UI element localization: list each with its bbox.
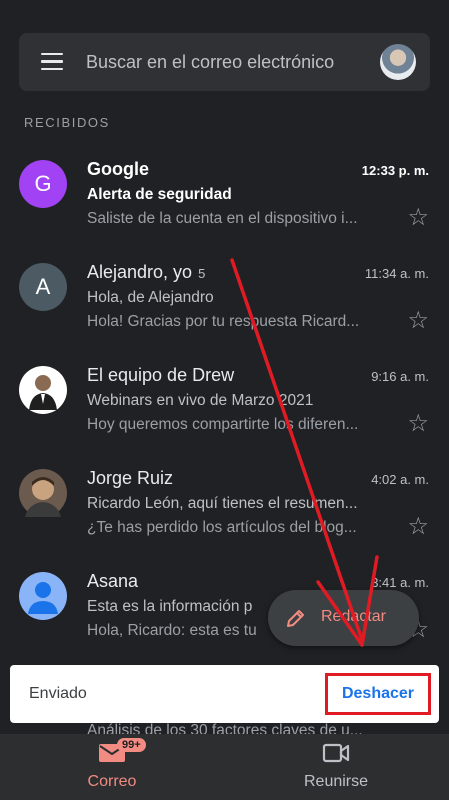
avatar-letter: A xyxy=(35,274,51,299)
email-row[interactable]: El equipo de Drew 9:16 a. m. Webinars en… xyxy=(0,352,449,455)
sender-avatar xyxy=(19,572,67,620)
compose-button[interactable]: Redactar xyxy=(268,590,419,646)
menu-icon[interactable] xyxy=(41,53,63,71)
email-subject: Esta es la información p xyxy=(87,598,253,615)
email-time: 11:34 a. m. xyxy=(364,266,429,281)
search-input[interactable]: Buscar en el correo electrónico xyxy=(86,52,334,73)
sender-text: Alejandro, yo xyxy=(87,262,193,282)
sender-avatar: A xyxy=(19,263,67,311)
nav-mail-label: Correo xyxy=(87,773,137,790)
email-snippet: Hola! Gracias por tu respuesta Ricard... xyxy=(87,313,360,330)
email-subject: Hola, de Alejandro xyxy=(87,289,214,306)
sender-name: El equipo de Drew xyxy=(87,365,235,385)
sender-avatar xyxy=(19,366,67,414)
star-icon[interactable]: ☆ xyxy=(407,412,429,436)
section-label: RECIBIDOS xyxy=(24,115,110,130)
sender-avatar: G xyxy=(19,160,67,208)
email-time: 9:16 a. m. xyxy=(371,369,429,384)
email-row[interactable]: A Alejandro, yo 5 11:34 a. m. Hola, de Al… xyxy=(0,249,449,352)
email-snippet: Saliste de la cuenta en el dispositivo i… xyxy=(87,210,358,227)
snackbar-message: Enviado xyxy=(29,685,87,702)
sender-name: Google xyxy=(87,159,149,179)
unread-badge: 99+ xyxy=(117,738,146,752)
sender-avatar xyxy=(19,469,67,517)
nav-meet-label: Reunirse xyxy=(303,773,369,790)
email-time: 4:02 a. m. xyxy=(371,472,429,487)
email-time: 12:33 p. m. xyxy=(361,163,429,178)
email-snippet: ¿Te has perdido los artículos del blog..… xyxy=(87,519,357,536)
video-icon xyxy=(322,743,350,763)
star-icon[interactable]: ☆ xyxy=(407,515,429,539)
email-subject: Webinars en vivo de Marzo 2021 xyxy=(87,392,314,409)
person-photo-icon xyxy=(29,375,57,410)
email-snippet: Hoy queremos compartirte los diferen... xyxy=(87,416,359,433)
email-time: 3:41 a. m. xyxy=(371,575,429,590)
sender-name: Asana xyxy=(87,571,139,591)
undo-button[interactable]: Deshacer xyxy=(325,673,431,715)
sender-name: Alejandro, yo 5 xyxy=(87,262,205,283)
email-row[interactable]: G Google 12:33 p. m. Alerta de seguridad… xyxy=(0,146,449,249)
sender-name: Jorge Ruiz xyxy=(87,468,174,488)
star-icon[interactable]: ☆ xyxy=(407,309,429,333)
account-avatar[interactable] xyxy=(380,44,416,80)
nav-meet[interactable]: Reunirse xyxy=(224,734,448,800)
nav-mail[interactable]: 99+ Correo xyxy=(0,734,224,800)
avatar-letter: G xyxy=(34,171,52,196)
snackbar: Enviado Deshacer xyxy=(10,665,439,723)
search-bar[interactable]: Buscar en el correo electrónico xyxy=(19,33,430,91)
person-photo-icon xyxy=(25,477,61,517)
pencil-icon xyxy=(287,610,304,627)
default-person-icon xyxy=(28,582,58,614)
bottom-nav: 99+ Correo Reunirse xyxy=(0,734,449,800)
email-subject: Alerta de seguridad xyxy=(87,186,232,203)
email-row[interactable]: Jorge Ruiz 4:02 a. m. Ricardo León, aquí… xyxy=(0,455,449,558)
compose-label: Redactar xyxy=(321,608,386,625)
thread-count: 5 xyxy=(198,266,206,281)
email-subject: Ricardo León, aquí tienes el resumen... xyxy=(87,495,358,512)
star-icon[interactable]: ☆ xyxy=(407,206,429,230)
